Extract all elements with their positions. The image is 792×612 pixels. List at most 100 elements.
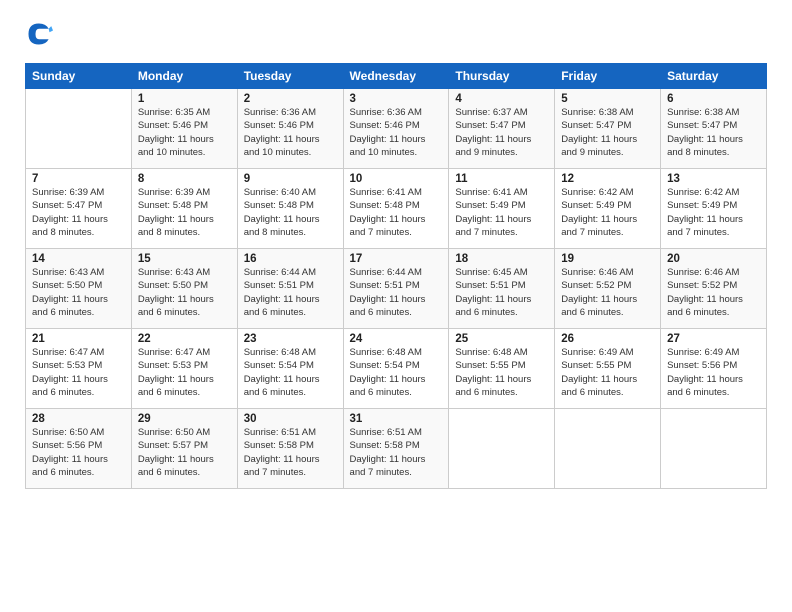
day-number: 28: [32, 413, 125, 425]
day-number: 22: [138, 333, 231, 345]
week-row-3: 14Sunrise: 6:43 AM Sunset: 5:50 PM Dayli…: [26, 249, 767, 329]
day-number: 5: [561, 93, 654, 105]
calendar-cell: 12Sunrise: 6:42 AM Sunset: 5:49 PM Dayli…: [555, 169, 661, 249]
calendar-cell: 21Sunrise: 6:47 AM Sunset: 5:53 PM Dayli…: [26, 329, 132, 409]
day-info: Sunrise: 6:39 AM Sunset: 5:48 PM Dayligh…: [138, 186, 231, 239]
calendar-cell: [661, 409, 767, 489]
header-cell-friday: Friday: [555, 64, 661, 89]
day-info: Sunrise: 6:47 AM Sunset: 5:53 PM Dayligh…: [32, 346, 125, 399]
calendar-cell: 3Sunrise: 6:36 AM Sunset: 5:46 PM Daylig…: [343, 89, 449, 169]
day-info: Sunrise: 6:49 AM Sunset: 5:55 PM Dayligh…: [561, 346, 654, 399]
day-number: 20: [667, 253, 760, 265]
day-info: Sunrise: 6:51 AM Sunset: 5:58 PM Dayligh…: [244, 426, 337, 479]
calendar-cell: 4Sunrise: 6:37 AM Sunset: 5:47 PM Daylig…: [449, 89, 555, 169]
day-info: Sunrise: 6:45 AM Sunset: 5:51 PM Dayligh…: [455, 266, 548, 319]
calendar-cell: 17Sunrise: 6:44 AM Sunset: 5:51 PM Dayli…: [343, 249, 449, 329]
week-row-5: 28Sunrise: 6:50 AM Sunset: 5:56 PM Dayli…: [26, 409, 767, 489]
day-info: Sunrise: 6:35 AM Sunset: 5:46 PM Dayligh…: [138, 106, 231, 159]
day-info: Sunrise: 6:44 AM Sunset: 5:51 PM Dayligh…: [244, 266, 337, 319]
day-info: Sunrise: 6:42 AM Sunset: 5:49 PM Dayligh…: [561, 186, 654, 239]
day-number: 7: [32, 173, 125, 185]
calendar-cell: 11Sunrise: 6:41 AM Sunset: 5:49 PM Dayli…: [449, 169, 555, 249]
calendar-cell: 26Sunrise: 6:49 AM Sunset: 5:55 PM Dayli…: [555, 329, 661, 409]
header-cell-thursday: Thursday: [449, 64, 555, 89]
day-number: 8: [138, 173, 231, 185]
week-row-1: 1Sunrise: 6:35 AM Sunset: 5:46 PM Daylig…: [26, 89, 767, 169]
day-info: Sunrise: 6:48 AM Sunset: 5:54 PM Dayligh…: [350, 346, 443, 399]
day-info: Sunrise: 6:40 AM Sunset: 5:48 PM Dayligh…: [244, 186, 337, 239]
header-row: SundayMondayTuesdayWednesdayThursdayFrid…: [26, 64, 767, 89]
day-info: Sunrise: 6:38 AM Sunset: 5:47 PM Dayligh…: [667, 106, 760, 159]
day-info: Sunrise: 6:41 AM Sunset: 5:49 PM Dayligh…: [455, 186, 548, 239]
day-info: Sunrise: 6:42 AM Sunset: 5:49 PM Dayligh…: [667, 186, 760, 239]
day-number: 29: [138, 413, 231, 425]
header-cell-monday: Monday: [131, 64, 237, 89]
page-container: SundayMondayTuesdayWednesdayThursdayFrid…: [0, 0, 792, 504]
header-cell-wednesday: Wednesday: [343, 64, 449, 89]
day-number: 13: [667, 173, 760, 185]
calendar-cell: 24Sunrise: 6:48 AM Sunset: 5:54 PM Dayli…: [343, 329, 449, 409]
week-row-4: 21Sunrise: 6:47 AM Sunset: 5:53 PM Dayli…: [26, 329, 767, 409]
day-number: 16: [244, 253, 337, 265]
day-info: Sunrise: 6:50 AM Sunset: 5:57 PM Dayligh…: [138, 426, 231, 479]
header-cell-saturday: Saturday: [661, 64, 767, 89]
day-number: 6: [667, 93, 760, 105]
logo-icon: [25, 20, 53, 48]
day-info: Sunrise: 6:44 AM Sunset: 5:51 PM Dayligh…: [350, 266, 443, 319]
day-info: Sunrise: 6:38 AM Sunset: 5:47 PM Dayligh…: [561, 106, 654, 159]
calendar-header: SundayMondayTuesdayWednesdayThursdayFrid…: [26, 64, 767, 89]
calendar-cell: 30Sunrise: 6:51 AM Sunset: 5:58 PM Dayli…: [237, 409, 343, 489]
calendar-cell: 10Sunrise: 6:41 AM Sunset: 5:48 PM Dayli…: [343, 169, 449, 249]
day-number: 26: [561, 333, 654, 345]
calendar-cell: [555, 409, 661, 489]
day-info: Sunrise: 6:47 AM Sunset: 5:53 PM Dayligh…: [138, 346, 231, 399]
day-number: 1: [138, 93, 231, 105]
day-number: 23: [244, 333, 337, 345]
day-number: 3: [350, 93, 443, 105]
day-info: Sunrise: 6:48 AM Sunset: 5:54 PM Dayligh…: [244, 346, 337, 399]
day-info: Sunrise: 6:46 AM Sunset: 5:52 PM Dayligh…: [667, 266, 760, 319]
header-cell-tuesday: Tuesday: [237, 64, 343, 89]
calendar-cell: 18Sunrise: 6:45 AM Sunset: 5:51 PM Dayli…: [449, 249, 555, 329]
calendar-cell: 29Sunrise: 6:50 AM Sunset: 5:57 PM Dayli…: [131, 409, 237, 489]
day-number: 14: [32, 253, 125, 265]
header-cell-sunday: Sunday: [26, 64, 132, 89]
day-number: 9: [244, 173, 337, 185]
calendar-cell: 31Sunrise: 6:51 AM Sunset: 5:58 PM Dayli…: [343, 409, 449, 489]
day-info: Sunrise: 6:43 AM Sunset: 5:50 PM Dayligh…: [138, 266, 231, 319]
calendar-cell: 27Sunrise: 6:49 AM Sunset: 5:56 PM Dayli…: [661, 329, 767, 409]
day-info: Sunrise: 6:36 AM Sunset: 5:46 PM Dayligh…: [350, 106, 443, 159]
header: [25, 20, 767, 48]
calendar-cell: 16Sunrise: 6:44 AM Sunset: 5:51 PM Dayli…: [237, 249, 343, 329]
calendar-body: 1Sunrise: 6:35 AM Sunset: 5:46 PM Daylig…: [26, 89, 767, 489]
day-info: Sunrise: 6:43 AM Sunset: 5:50 PM Dayligh…: [32, 266, 125, 319]
day-info: Sunrise: 6:36 AM Sunset: 5:46 PM Dayligh…: [244, 106, 337, 159]
day-number: 18: [455, 253, 548, 265]
calendar-cell: 25Sunrise: 6:48 AM Sunset: 5:55 PM Dayli…: [449, 329, 555, 409]
day-number: 27: [667, 333, 760, 345]
calendar-cell: 7Sunrise: 6:39 AM Sunset: 5:47 PM Daylig…: [26, 169, 132, 249]
day-number: 24: [350, 333, 443, 345]
day-number: 17: [350, 253, 443, 265]
day-info: Sunrise: 6:51 AM Sunset: 5:58 PM Dayligh…: [350, 426, 443, 479]
calendar-cell: 14Sunrise: 6:43 AM Sunset: 5:50 PM Dayli…: [26, 249, 132, 329]
calendar-cell: 9Sunrise: 6:40 AM Sunset: 5:48 PM Daylig…: [237, 169, 343, 249]
calendar-cell: 13Sunrise: 6:42 AM Sunset: 5:49 PM Dayli…: [661, 169, 767, 249]
day-info: Sunrise: 6:48 AM Sunset: 5:55 PM Dayligh…: [455, 346, 548, 399]
calendar-cell: 19Sunrise: 6:46 AM Sunset: 5:52 PM Dayli…: [555, 249, 661, 329]
day-info: Sunrise: 6:46 AM Sunset: 5:52 PM Dayligh…: [561, 266, 654, 319]
day-info: Sunrise: 6:50 AM Sunset: 5:56 PM Dayligh…: [32, 426, 125, 479]
day-number: 31: [350, 413, 443, 425]
calendar-cell: 20Sunrise: 6:46 AM Sunset: 5:52 PM Dayli…: [661, 249, 767, 329]
calendar-cell: 8Sunrise: 6:39 AM Sunset: 5:48 PM Daylig…: [131, 169, 237, 249]
day-number: 21: [32, 333, 125, 345]
week-row-2: 7Sunrise: 6:39 AM Sunset: 5:47 PM Daylig…: [26, 169, 767, 249]
day-number: 11: [455, 173, 548, 185]
calendar-cell: 2Sunrise: 6:36 AM Sunset: 5:46 PM Daylig…: [237, 89, 343, 169]
calendar-cell: 23Sunrise: 6:48 AM Sunset: 5:54 PM Dayli…: [237, 329, 343, 409]
day-number: 2: [244, 93, 337, 105]
calendar-cell: 1Sunrise: 6:35 AM Sunset: 5:46 PM Daylig…: [131, 89, 237, 169]
calendar-cell: [26, 89, 132, 169]
day-number: 15: [138, 253, 231, 265]
day-number: 30: [244, 413, 337, 425]
